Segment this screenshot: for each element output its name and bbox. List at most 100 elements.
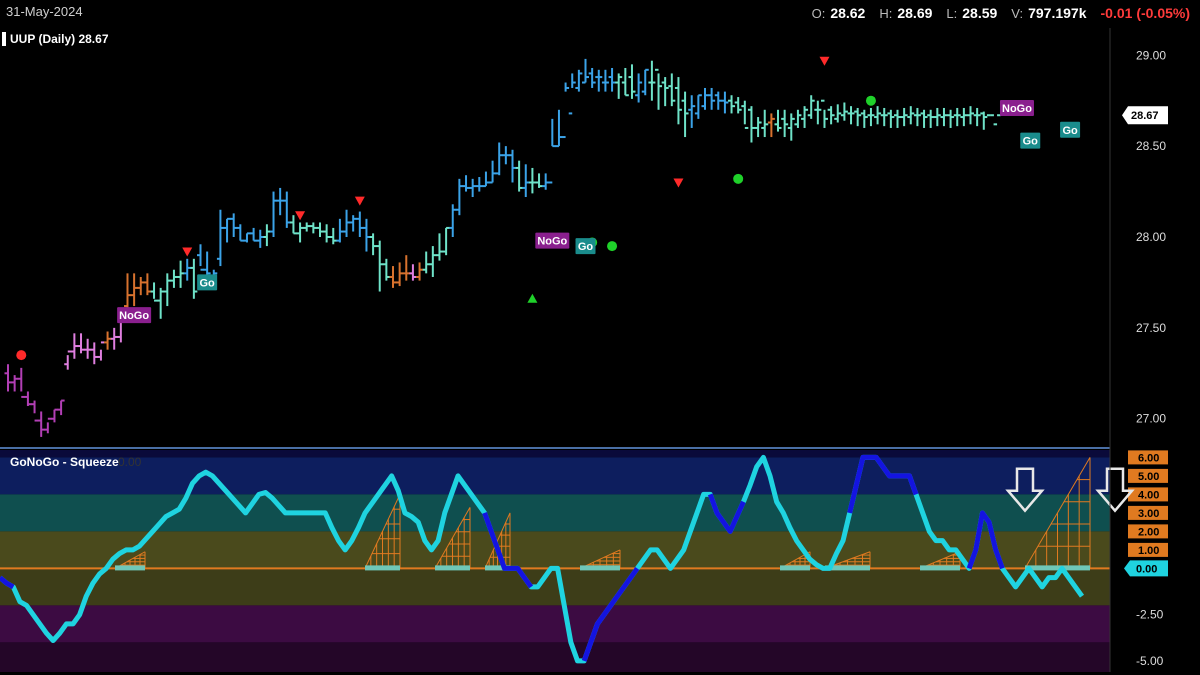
price-bar bbox=[754, 117, 762, 138]
price-bar bbox=[283, 191, 291, 228]
price-bar bbox=[495, 142, 503, 176]
price-bar bbox=[31, 400, 39, 422]
price-bar bbox=[177, 260, 185, 288]
price-bar bbox=[382, 258, 390, 281]
last-price-text: 28.67 bbox=[1131, 110, 1159, 122]
squeeze-grid-base bbox=[1025, 565, 1090, 571]
price-bar bbox=[435, 233, 443, 261]
oscillator-tick-label: -2.50 bbox=[1136, 608, 1164, 622]
chart-canvas[interactable]: 29.00 28.50 28.00 27.50 27.00 28.67 6.00 5.00 4… bbox=[0, 0, 1200, 675]
price-tick-label: 27.50 bbox=[1136, 321, 1166, 335]
price-axis: 29.00 28.50 28.00 27.50 27.00 28.67 bbox=[1122, 48, 1168, 426]
price-bar bbox=[343, 209, 351, 237]
price-bar bbox=[462, 175, 470, 192]
price-bar bbox=[920, 109, 928, 128]
squeeze-grid-base bbox=[780, 565, 810, 571]
price-bar bbox=[595, 69, 603, 92]
oscillator-tick-label: 3.00 bbox=[1138, 508, 1159, 520]
signal-dot bbox=[865, 95, 876, 106]
signal-triangle-down bbox=[673, 178, 684, 188]
price-bar bbox=[874, 106, 882, 125]
current-value-text: 0.00 bbox=[1136, 563, 1157, 575]
price-bar bbox=[203, 251, 211, 277]
oscillator-bands bbox=[0, 450, 1110, 672]
price-bar bbox=[801, 106, 809, 128]
price-bar bbox=[615, 73, 623, 99]
price-bar bbox=[190, 258, 198, 299]
price-bar bbox=[270, 191, 278, 237]
price-bar bbox=[608, 67, 616, 92]
price-bar bbox=[11, 375, 19, 392]
price-bar bbox=[150, 282, 158, 302]
price-bar bbox=[535, 173, 543, 188]
price-bar bbox=[256, 229, 264, 248]
price-bar bbox=[674, 77, 682, 125]
price-bar bbox=[243, 232, 251, 243]
price-bar bbox=[893, 109, 901, 128]
badge-text: NoGo bbox=[119, 310, 149, 322]
price-bar bbox=[880, 107, 888, 127]
oscillator-tick: 5.00 bbox=[1128, 468, 1168, 483]
price-bar bbox=[24, 391, 32, 407]
price-bar bbox=[130, 273, 138, 307]
price-bar bbox=[409, 264, 417, 281]
price-bar bbox=[807, 95, 815, 119]
price-bar bbox=[840, 102, 848, 121]
price-bar bbox=[77, 333, 85, 354]
symbol-marker bbox=[2, 32, 6, 46]
oscillator-band bbox=[0, 531, 1110, 569]
price-bar bbox=[396, 262, 404, 287]
price-bar bbox=[44, 417, 52, 434]
price-bar bbox=[774, 109, 782, 132]
oscillator-band bbox=[0, 457, 1110, 495]
price-bar bbox=[508, 149, 516, 183]
price-bar bbox=[933, 107, 941, 127]
squeeze-grid-base bbox=[920, 565, 960, 571]
price-bar bbox=[741, 100, 749, 129]
price-bar bbox=[787, 113, 795, 141]
oscillator-band bbox=[0, 642, 1110, 672]
last-price-label: 28.67 bbox=[1122, 106, 1168, 125]
signal-dot bbox=[733, 173, 744, 184]
oscillator-band bbox=[0, 605, 1110, 643]
price-bar bbox=[681, 91, 689, 138]
price-bar bbox=[442, 226, 450, 256]
oscillator-tick-label: 2.00 bbox=[1138, 526, 1159, 538]
price-bar bbox=[967, 106, 975, 125]
price-bar bbox=[250, 227, 258, 242]
price-bar bbox=[416, 262, 424, 281]
price-bar bbox=[562, 82, 570, 139]
price-bar bbox=[601, 69, 609, 92]
go-badge: Go bbox=[575, 238, 596, 255]
price-bar bbox=[329, 227, 337, 245]
price-bar bbox=[900, 107, 908, 127]
price-bar bbox=[296, 222, 304, 243]
price-bar bbox=[104, 331, 112, 350]
price-bar bbox=[236, 224, 244, 242]
price-bar bbox=[728, 95, 736, 114]
price-bar bbox=[986, 114, 994, 117]
price-bar bbox=[661, 77, 669, 107]
signal-badges: NoGo Go NoGo Go NoGo Go Go bbox=[117, 99, 1081, 324]
price-bar bbox=[621, 67, 629, 97]
price-bar bbox=[820, 99, 828, 128]
price-bar bbox=[216, 209, 224, 267]
price-bar bbox=[688, 95, 696, 128]
price-bar bbox=[422, 251, 430, 274]
nogo-badge: NoGo bbox=[535, 232, 570, 249]
price-bar bbox=[376, 240, 384, 292]
nogo-badge: NoGo bbox=[999, 99, 1034, 116]
signal-dot bbox=[16, 350, 27, 361]
price-bar bbox=[17, 367, 25, 398]
oscillator-band bbox=[0, 568, 1110, 606]
oscillator-tick-label: -5.00 bbox=[1136, 654, 1164, 668]
price-bar bbox=[648, 60, 656, 101]
price-bar bbox=[568, 73, 576, 115]
price-bar bbox=[402, 255, 410, 281]
price-bar bbox=[548, 118, 556, 184]
go-badge: Go bbox=[1020, 132, 1041, 149]
price-bar bbox=[860, 109, 868, 128]
signal-triangle-down bbox=[354, 196, 365, 206]
price-bar bbox=[110, 327, 118, 350]
price-bar bbox=[655, 68, 663, 110]
